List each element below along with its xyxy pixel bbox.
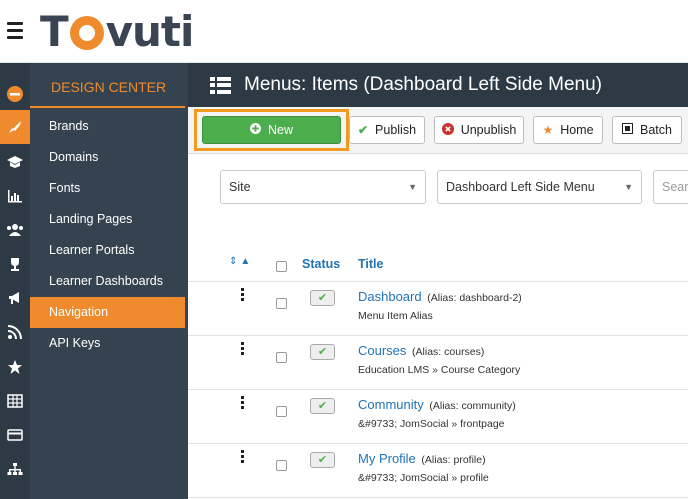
rocket-icon[interactable] [0, 110, 30, 144]
page-header: Menus: Items (Dashboard Left Side Menu) [188, 63, 688, 107]
menu-item-title-link[interactable]: Community (Alias: community) [358, 397, 516, 412]
status-column-header[interactable]: Status [302, 257, 340, 271]
table-header: ⇕▲ Status Title [188, 253, 688, 278]
sidebar-item-brands[interactable]: Brands [30, 111, 188, 142]
square-icon [622, 123, 634, 137]
plus-circle-icon [249, 123, 261, 137]
row-checkbox[interactable] [276, 352, 287, 363]
drag-handle-icon[interactable] [241, 450, 244, 465]
new-button[interactable]: New [202, 116, 341, 144]
drag-handle-icon[interactable] [241, 288, 244, 303]
drag-handle-icon[interactable] [241, 396, 244, 411]
graduation-cap-icon[interactable] [0, 145, 30, 179]
bar-chart-icon[interactable] [0, 179, 30, 213]
menu-item-type: Education LMS » Course Category [358, 364, 521, 376]
users-icon[interactable] [0, 213, 30, 247]
tovuti-logo[interactable]: Tvuti [40, 7, 194, 56]
publish-button[interactable]: ✔ Publish [349, 116, 425, 144]
menu-item-type: &#9733; JomSocial » profile [358, 472, 489, 484]
menu-item-alias: (Alias: dashboard-2) [427, 292, 522, 304]
dashboard-icon[interactable] [0, 77, 30, 111]
sidebar-item-fonts[interactable]: Fonts [30, 173, 188, 204]
sidebar-item-api-keys[interactable]: API Keys [30, 328, 188, 359]
hamburger-menu-icon[interactable] [7, 22, 23, 40]
credit-card-icon[interactable] [0, 418, 30, 452]
check-icon: ✔ [357, 123, 369, 137]
menu-item-title-link[interactable]: Dashboard (Alias: dashboard-2) [358, 289, 522, 304]
drag-handle-icon[interactable] [241, 342, 244, 357]
toolbar: New ✔ Publish Unpublish ★ Home Batch [188, 107, 688, 154]
menu-item-alias: (Alias: community) [429, 400, 516, 412]
table-row: ✔ Courses (Alias: courses) Education LMS… [188, 335, 688, 389]
sort-ordering-icon[interactable]: ⇕▲ [229, 256, 253, 267]
design-center-sidebar: DESIGN CENTER Brands Domains Fonts Landi… [30, 63, 188, 499]
trophy-icon[interactable] [0, 247, 30, 281]
sidebar-item-navigation[interactable]: Navigation [30, 297, 185, 328]
published-status-toggle[interactable]: ✔ [310, 290, 335, 306]
site-filter-select[interactable]: Site ▼ [220, 170, 426, 204]
rss-icon[interactable] [0, 315, 30, 349]
star-icon: ★ [542, 123, 554, 137]
select-all-checkbox[interactable] [276, 261, 287, 272]
batch-button[interactable]: Batch [612, 116, 682, 144]
unpublish-button[interactable]: Unpublish [434, 116, 524, 144]
row-checkbox[interactable] [276, 298, 287, 309]
caret-down-icon: ▼ [624, 182, 633, 192]
table-row: ✔ My Profile (Alias: profile) &#9733; Jo… [188, 443, 688, 497]
title-column-header[interactable]: Title [358, 257, 383, 271]
times-circle-icon [441, 122, 454, 138]
menu-item-title-link[interactable]: My Profile (Alias: profile) [358, 451, 486, 466]
list-icon [210, 76, 231, 94]
main-content: Menus: Items (Dashboard Left Side Menu) … [188, 63, 688, 499]
sidebar-item-domains[interactable]: Domains [30, 142, 188, 173]
sidebar-item-landing-pages[interactable]: Landing Pages [30, 204, 188, 235]
sidebar-item-learner-portals[interactable]: Learner Portals [30, 235, 188, 266]
caret-down-icon: ▼ [408, 182, 417, 192]
menu-item-alias: (Alias: profile) [421, 454, 486, 466]
published-status-toggle[interactable]: ✔ [310, 344, 335, 360]
sidebar-heading: DESIGN CENTER [30, 63, 185, 108]
menu-filter-select[interactable]: Dashboard Left Side Menu ▼ [437, 170, 642, 204]
page-title: Menus: Items (Dashboard Left Side Menu) [244, 74, 603, 95]
logo-elephant-icon [69, 16, 104, 50]
menu-item-type: &#9733; JomSocial » frontpage [358, 418, 505, 430]
table-icon[interactable] [0, 384, 30, 418]
menu-item-type: Menu Item Alias [358, 310, 433, 322]
table-row: ✔ Dashboard (Alias: dashboard-2) Menu It… [188, 281, 688, 335]
star-icon[interactable] [0, 350, 30, 384]
home-button[interactable]: ★ Home [533, 116, 603, 144]
published-status-toggle[interactable]: ✔ [310, 398, 335, 414]
menu-item-title-link[interactable]: Courses (Alias: courses) [358, 343, 484, 358]
megaphone-icon[interactable] [0, 281, 30, 315]
row-checkbox[interactable] [276, 460, 287, 471]
table-row: ✔ Community (Alias: community) &#9733; J… [188, 389, 688, 443]
row-checkbox[interactable] [276, 406, 287, 417]
published-status-toggle[interactable]: ✔ [310, 452, 335, 468]
sidebar-item-learner-dashboards[interactable]: Learner Dashboards [30, 266, 188, 297]
sitemap-icon[interactable] [0, 452, 30, 486]
menu-item-alias: (Alias: courses) [412, 346, 485, 358]
icon-rail [0, 63, 30, 499]
search-input[interactable]: Search [653, 170, 688, 204]
top-bar: Tvuti [0, 0, 688, 63]
